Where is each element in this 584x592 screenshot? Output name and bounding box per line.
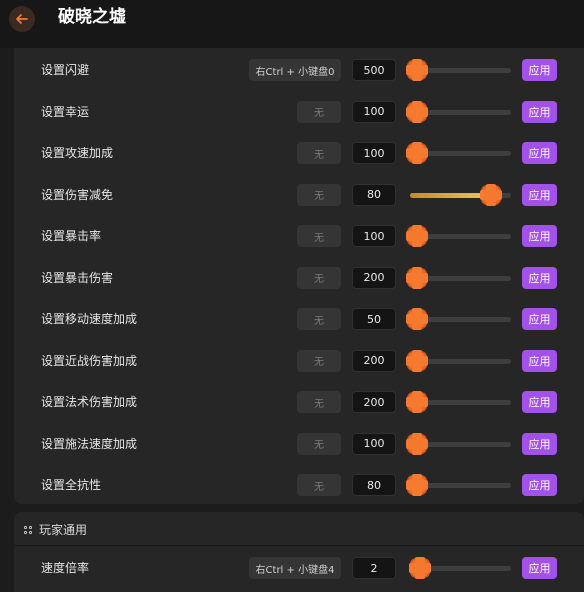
apply-button[interactable]: 应用 <box>522 142 557 164</box>
setting-label: 设置法术伤害加成 <box>41 395 138 409</box>
value-slider[interactable] <box>406 266 511 289</box>
value-input[interactable]: 100 <box>352 100 396 123</box>
setting-row: 设置暴击伤害 无 200 应用 <box>14 258 584 300</box>
hotkey-button[interactable]: 无 <box>297 432 341 455</box>
slider-handle[interactable] <box>406 266 428 289</box>
value-slider[interactable] <box>406 308 511 330</box>
apply-button[interactable]: 应用 <box>522 183 557 206</box>
setting-row: 设置伤害减免 无 80 应用 <box>14 175 584 217</box>
hotkey-button[interactable]: 无 <box>297 183 341 206</box>
hotkey-button[interactable]: 无 <box>297 225 341 247</box>
setting-row: 设置攻速加成 无 100 应用 <box>14 133 584 175</box>
value-input[interactable]: 80 <box>352 183 396 206</box>
apply-button[interactable]: 应用 <box>522 474 557 496</box>
value-input[interactable]: 50 <box>352 308 396 330</box>
hotkey-button[interactable]: 无 <box>297 308 341 330</box>
slider-handle[interactable] <box>406 391 428 413</box>
setting-row: 设置全抗性 无 80 应用 <box>14 465 584 507</box>
value-slider[interactable] <box>406 100 511 123</box>
page-title: 破晓之墟 <box>58 7 126 27</box>
value-input[interactable]: 2 <box>352 557 396 579</box>
hotkey-button[interactable]: 无 <box>297 391 341 413</box>
apply-button[interactable]: 应用 <box>522 266 557 289</box>
setting-label: 设置施法速度加成 <box>41 436 138 451</box>
hotkey-button[interactable]: 无 <box>297 474 341 496</box>
grid-icon <box>24 525 33 535</box>
value-input[interactable]: 100 <box>352 225 396 247</box>
section-title: 玩家通用 <box>39 523 88 537</box>
setting-label: 设置暴击伤害 <box>41 270 114 285</box>
setting-label: 速度倍率 <box>41 561 90 575</box>
value-input[interactable]: 500 <box>352 59 396 81</box>
title-bar: 破晓之墟 <box>0 0 584 48</box>
value-slider[interactable] <box>406 225 511 247</box>
slider-handle[interactable] <box>406 474 428 496</box>
value-input[interactable]: 80 <box>352 474 396 496</box>
setting-label: 设置伤害减免 <box>41 187 114 202</box>
slider-handle[interactable] <box>409 557 431 579</box>
setting-label: 设置全抗性 <box>41 478 102 492</box>
settings-panel: 设置闪避 右Ctrl + 小键盘0 500 应用 设置幸运无 100 应用 设置攻速加成无 10… <box>14 48 584 504</box>
player-section: 玩家通用 速度倍率 右Ctrl + 小键盘4 2 应用 <box>14 512 584 592</box>
apply-button[interactable]: 应用 <box>522 59 557 81</box>
setting-row: 速度倍率 右Ctrl + 小键盘4 2 应用 <box>14 548 584 590</box>
value-slider[interactable] <box>406 474 511 496</box>
apply-button[interactable]: 应用 <box>522 100 557 123</box>
hotkey-button[interactable]: 右Ctrl + 小键盘0 <box>249 59 341 81</box>
setting-label: 设置近战伤害加成 <box>41 353 138 368</box>
setting-row: 设置暴击率 无 100 应用 <box>14 216 584 258</box>
section-divider <box>14 545 584 546</box>
setting-row: 设置幸运 无 100 应用 <box>14 92 584 134</box>
slider-handle[interactable] <box>406 100 428 123</box>
hotkey-button[interactable]: 无 <box>297 266 341 289</box>
value-slider[interactable] <box>406 59 511 81</box>
setting-label: 设置移动速度加成 <box>41 312 138 326</box>
arrow-left-icon <box>16 14 28 24</box>
apply-button[interactable]: 应用 <box>522 349 557 372</box>
value-input[interactable]: 200 <box>352 266 396 289</box>
value-input[interactable]: 100 <box>352 142 396 164</box>
value-slider[interactable] <box>406 391 511 413</box>
apply-button[interactable]: 应用 <box>522 308 557 330</box>
setting-row: 设置闪避 右Ctrl + 小键盘0 500 应用 <box>14 50 584 92</box>
setting-label: 设置暴击率 <box>41 229 102 243</box>
value-slider[interactable] <box>406 349 511 372</box>
value-slider[interactable] <box>409 557 511 579</box>
apply-button[interactable]: 应用 <box>522 391 557 413</box>
setting-row: 设置施法速度加成 无 100 应用 <box>14 424 584 466</box>
section-header: 玩家通用 <box>24 522 87 538</box>
slider-fill <box>410 192 491 198</box>
setting-row: 设置移动速度加成 无 50 应用 <box>14 299 584 341</box>
slider-handle[interactable] <box>406 142 428 164</box>
setting-row: 设置近战伤害加成 无 200 应用 <box>14 341 584 383</box>
value-slider[interactable] <box>406 432 511 455</box>
slider-handle[interactable] <box>406 308 428 330</box>
hotkey-button[interactable]: 右Ctrl + 小键盘4 <box>249 557 341 579</box>
apply-button[interactable]: 应用 <box>522 225 557 247</box>
setting-label: 设置闪避 <box>41 63 90 77</box>
back-button[interactable] <box>9 6 35 32</box>
hotkey-button[interactable]: 无 <box>297 349 341 372</box>
slider-handle[interactable] <box>406 349 428 372</box>
value-input[interactable]: 200 <box>352 349 396 372</box>
hotkey-button[interactable]: 无 <box>297 100 341 123</box>
value-input[interactable]: 100 <box>352 432 396 455</box>
slider-handle[interactable] <box>480 183 502 206</box>
slider-handle[interactable] <box>406 59 428 81</box>
setting-label: 设置幸运 <box>41 104 90 119</box>
apply-button[interactable]: 应用 <box>522 432 557 455</box>
hotkey-button[interactable]: 无 <box>297 142 341 164</box>
slider-handle[interactable] <box>406 432 428 455</box>
setting-row: 设置法术伤害加成 无 200 应用 <box>14 382 584 424</box>
apply-button[interactable]: 应用 <box>522 557 557 579</box>
value-slider[interactable] <box>410 183 511 206</box>
slider-handle[interactable] <box>406 225 428 247</box>
setting-label: 设置攻速加成 <box>41 146 114 160</box>
value-slider[interactable] <box>406 142 511 164</box>
value-input[interactable]: 200 <box>352 391 396 413</box>
